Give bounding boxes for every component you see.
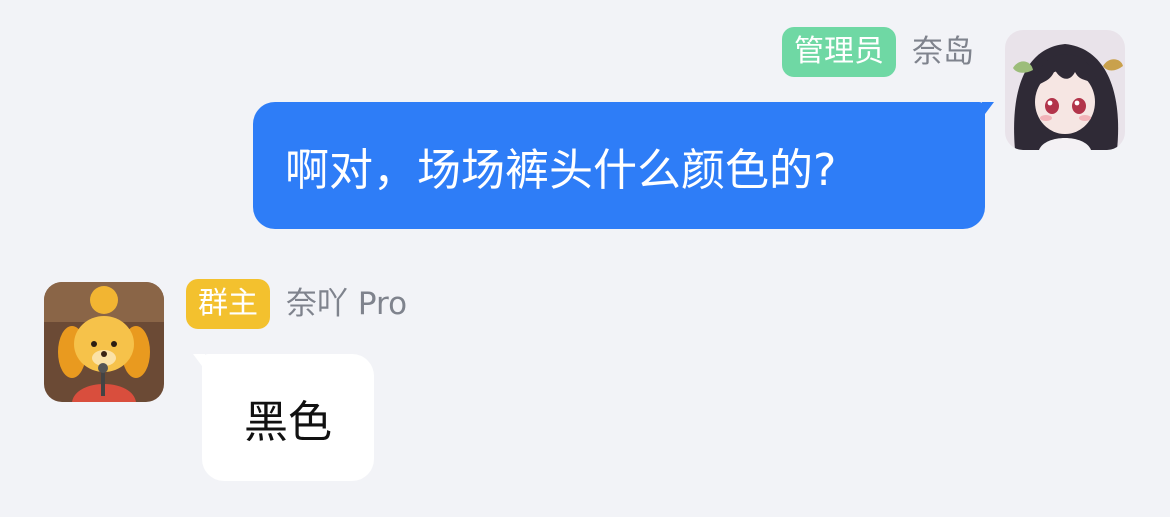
avatar-naidao[interactable]: [1005, 30, 1125, 150]
admin-badge: 管理员: [782, 27, 896, 77]
sender-name[interactable]: 奈吖 Pro: [286, 279, 407, 329]
sender-name[interactable]: 奈岛: [912, 27, 974, 77]
yellow-dog-avatar-icon: [44, 282, 164, 402]
message-text: 黑色: [244, 396, 332, 448]
message-header-1: 管理员 奈岛: [782, 26, 974, 78]
owner-badge: 群主: [186, 279, 270, 329]
message-bubble-incoming[interactable]: 黑色: [193, 354, 374, 481]
anime-girl-avatar-icon: [1005, 30, 1125, 150]
avatar-naiya-pro[interactable]: [44, 282, 164, 402]
message-header-2: 群主 奈吖 Pro: [186, 278, 407, 330]
message-text: 啊对，场场裤头什么颜色的?: [285, 144, 837, 196]
message-bubble-outgoing[interactable]: 啊对，场场裤头什么颜色的?: [253, 102, 994, 229]
